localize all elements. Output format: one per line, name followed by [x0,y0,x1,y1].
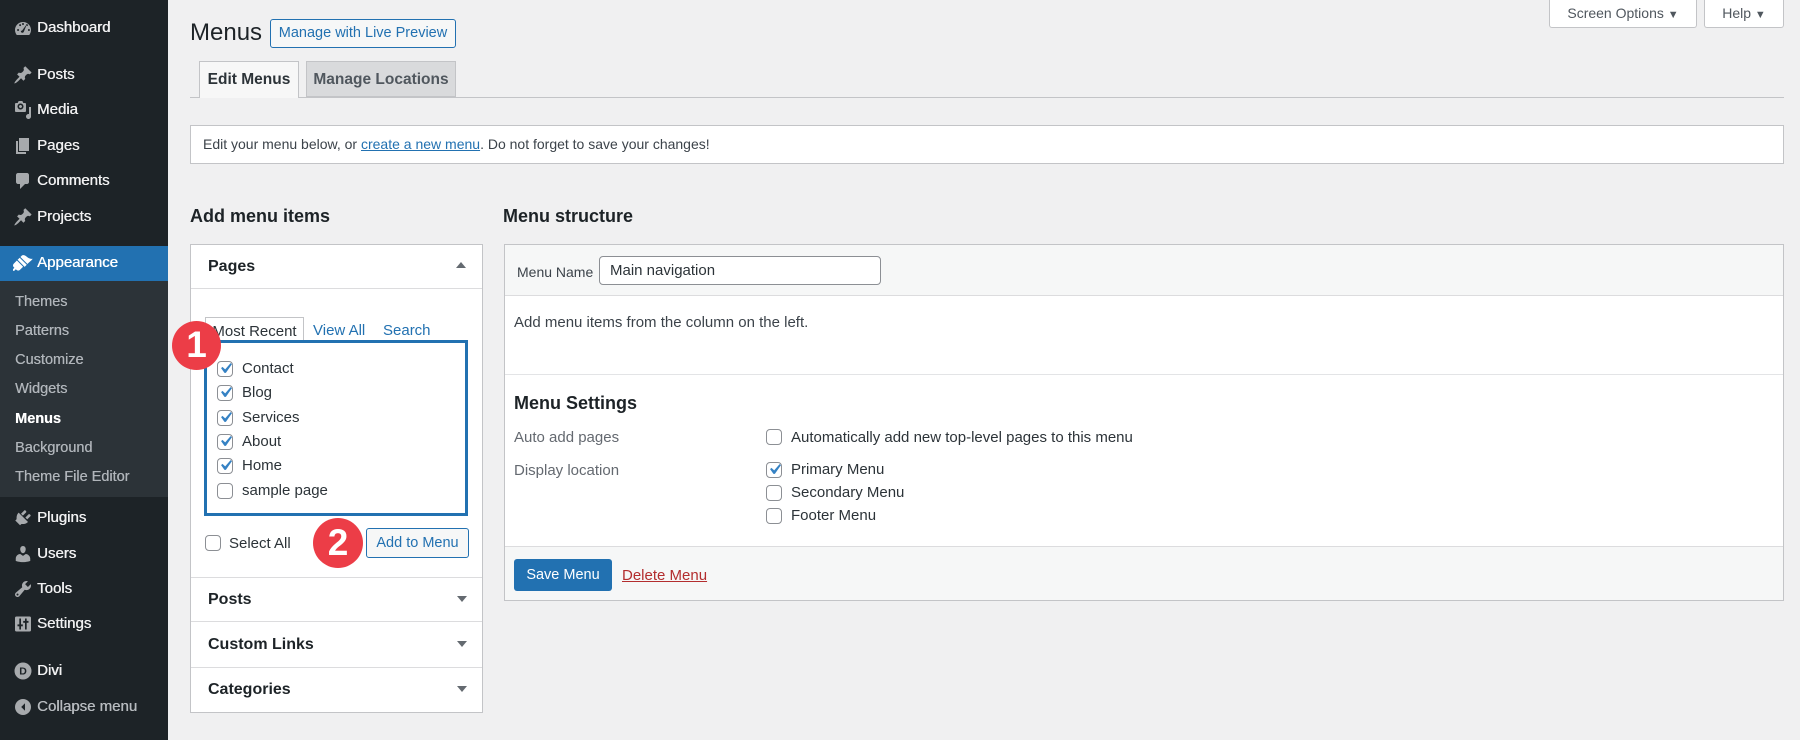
svg-text:D: D [19,666,27,678]
